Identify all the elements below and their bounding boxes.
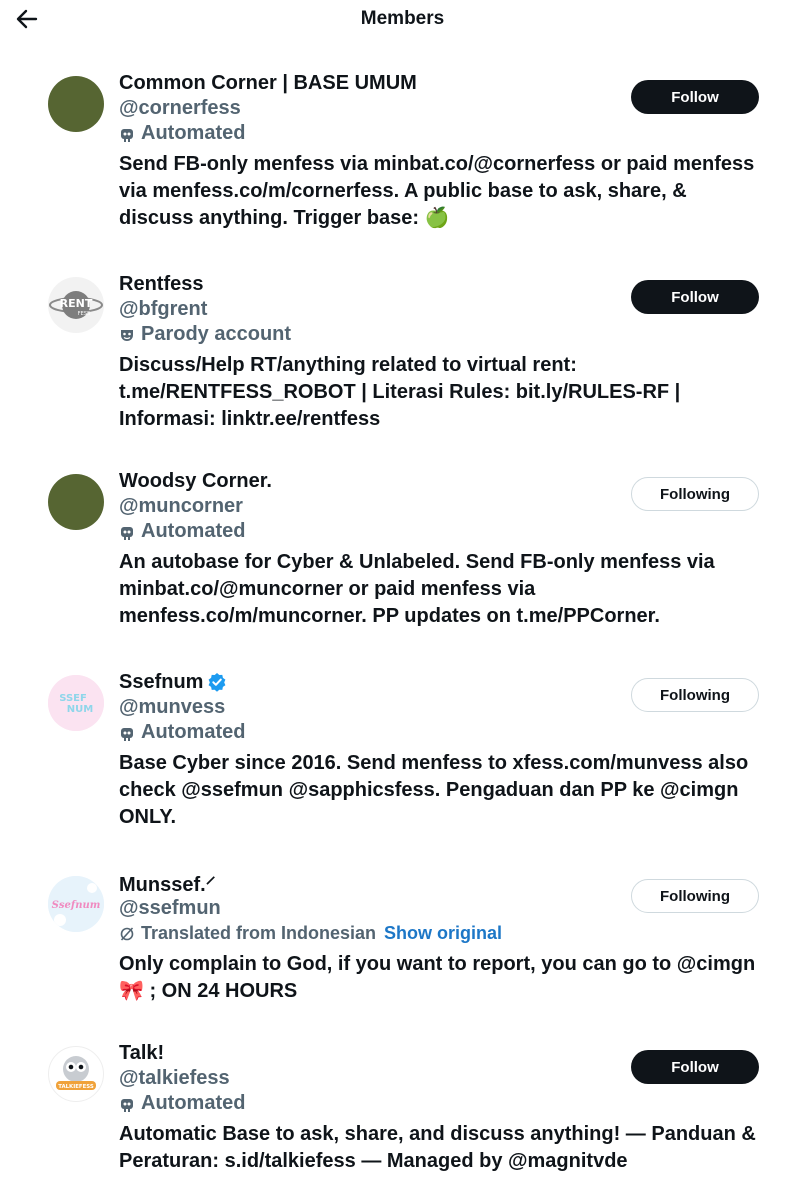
munssef-logo: Ssefnum xyxy=(48,876,104,932)
svg-text:FESS: FESS xyxy=(78,311,90,317)
following-button[interactable]: Following xyxy=(631,879,759,913)
member-name[interactable]: Talk! xyxy=(119,1042,164,1065)
translate-icon xyxy=(120,926,134,941)
show-original-link[interactable]: Show original xyxy=(384,923,502,944)
member-bio: Discuss/Help RT/anything related to virt… xyxy=(119,354,681,430)
following-button[interactable]: Following xyxy=(631,477,759,511)
following-button[interactable]: Following xyxy=(631,678,759,712)
label-text: Automated xyxy=(141,122,246,144)
member-bio: Base Cyber since 2016. Send menfess to x… xyxy=(119,752,749,828)
member-bio: An autobase for Cyber & Unlabeled. Send … xyxy=(119,551,715,627)
robot-icon xyxy=(121,727,133,741)
label-text: Automated xyxy=(141,721,246,743)
label-text: Automated xyxy=(141,1092,246,1114)
member-name[interactable]: Woodsy Corner. xyxy=(119,470,272,493)
ssefnum-logo: SSEF NUM xyxy=(48,675,104,731)
svg-text:SSEF: SSEF xyxy=(59,693,87,704)
label-text: Automated xyxy=(141,520,246,542)
robot-icon xyxy=(121,526,133,540)
avatar[interactable]: TALKIEFESS xyxy=(48,1046,104,1102)
member-name[interactable]: Rentfess xyxy=(119,273,203,296)
member-bio: Send FB-only menfess via minbat.co/@corn… xyxy=(119,153,755,229)
label-text: Parody account xyxy=(141,323,292,345)
automated-label: Automated xyxy=(119,121,769,146)
robot-icon xyxy=(121,128,133,142)
automated-label: Automated xyxy=(119,519,769,544)
translated-label: Translated from Indonesian Show original xyxy=(119,921,769,946)
member-bio: Only complain to God, if you want to rep… xyxy=(119,953,756,1002)
avatar[interactable] xyxy=(48,76,104,132)
page-title: Members xyxy=(360,8,445,29)
automated-label: Automated xyxy=(119,1091,769,1116)
avatar[interactable]: SSEF NUM xyxy=(48,675,104,731)
parody-label: Parody account xyxy=(119,322,769,347)
avatar[interactable]: Ssefnum xyxy=(48,876,104,932)
follow-button[interactable]: Follow xyxy=(631,80,759,114)
talkiefess-logo: TALKIEFESS xyxy=(56,1056,96,1090)
member-bio: Automatic Base to ask, share, and discus… xyxy=(119,1123,756,1172)
follow-button[interactable]: Follow xyxy=(631,280,759,314)
avatar[interactable] xyxy=(48,474,104,530)
member-name[interactable]: Munssef.⸍ xyxy=(119,870,216,897)
mask-icon xyxy=(121,329,133,341)
robot-icon xyxy=(121,1098,133,1112)
rentfess-logo: RENT FESS xyxy=(49,291,103,319)
automated-label: Automated xyxy=(119,720,769,745)
svg-text:RENT: RENT xyxy=(60,297,93,310)
verified-badge-icon xyxy=(209,673,226,692)
svg-text:TALKIEFESS: TALKIEFESS xyxy=(58,1084,94,1090)
member-name[interactable]: Common Corner | BASE UMUM xyxy=(119,72,417,95)
follow-button[interactable]: Follow xyxy=(631,1050,759,1084)
svg-text:NUM: NUM xyxy=(67,704,93,715)
label-text: Translated from Indonesian xyxy=(141,923,377,943)
svg-text:Ssefnum: Ssefnum xyxy=(52,900,101,911)
top-bar: Members xyxy=(0,0,805,40)
member-name[interactable]: Ssefnum xyxy=(119,671,203,694)
avatar[interactable]: RENT FESS xyxy=(48,277,104,333)
